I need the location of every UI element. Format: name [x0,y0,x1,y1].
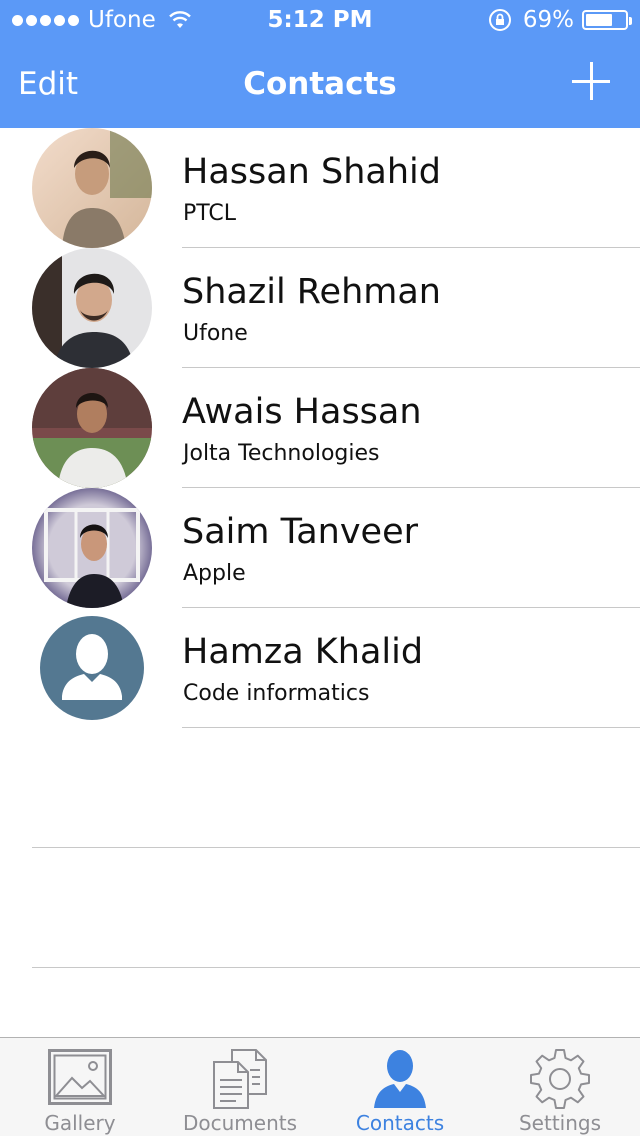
tab-documents[interactable]: Documents [160,1038,320,1136]
battery-level [586,14,612,26]
contact-name: Hamza Khalid [182,632,424,672]
contact-avatar [32,128,152,248]
navigation-bar: Edit Contacts [0,40,640,128]
top-bar: Ufone 5:12 PM 69% Edit Contacts [0,0,640,128]
tab-label: Contacts [355,1111,445,1135]
contact-name: Shazil Rehman [182,272,441,312]
rotation-lock-icon [488,9,511,31]
contact-company: Apple [183,561,246,586]
contact-avatar [32,248,152,368]
contact-name: Hassan Shahid [182,152,441,192]
page-title: Contacts [243,66,397,102]
gallery-icon [48,1049,112,1105]
contact-row[interactable]: Shazil Rehman Ufone [0,248,640,368]
contact-name: Saim Tanveer [182,512,418,552]
contacts-icon [374,1050,426,1108]
battery-icon [582,10,632,30]
empty-row-divider [32,847,640,848]
tab-settings[interactable]: Settings [480,1038,640,1136]
contact-company: PTCL [183,201,237,226]
placeholder-person-icon [40,616,144,720]
contact-company: Ufone [183,321,248,346]
row-divider [182,727,640,728]
tab-label: Settings [518,1111,602,1135]
status-bar: Ufone 5:12 PM 69% [0,0,640,40]
status-right: 69% [487,6,632,34]
contact-row[interactable]: Hamza Khalid Code informatics [0,608,640,728]
contact-avatar [32,608,152,728]
tab-gallery[interactable]: Gallery [0,1038,160,1136]
contacts-list: Hassan Shahid PTCL Shazil Rehman Ufone A… [0,128,640,968]
empty-row-divider [32,967,640,968]
contact-row[interactable]: Awais Hassan Jolta Technologies [0,368,640,488]
contact-row[interactable]: Saim Tanveer Apple [0,488,640,608]
battery-percentage: 69% [522,7,574,33]
contact-company: Code informatics [183,681,370,706]
contact-name: Awais Hassan [182,392,422,432]
documents-icon [213,1049,267,1109]
tab-label: Documents [182,1111,298,1135]
settings-gear-icon [530,1049,590,1109]
contact-avatar [32,368,152,488]
contact-company: Jolta Technologies [183,441,380,466]
add-contact-button[interactable] [572,62,610,100]
contact-avatar [32,488,152,608]
tab-label: Gallery [44,1111,116,1135]
contact-row[interactable]: Hassan Shahid PTCL [0,128,640,248]
tab-bar: Gallery Documents Contacts Settings [0,1037,640,1136]
edit-button[interactable]: Edit [18,66,78,102]
tab-contacts[interactable]: Contacts [320,1038,480,1136]
